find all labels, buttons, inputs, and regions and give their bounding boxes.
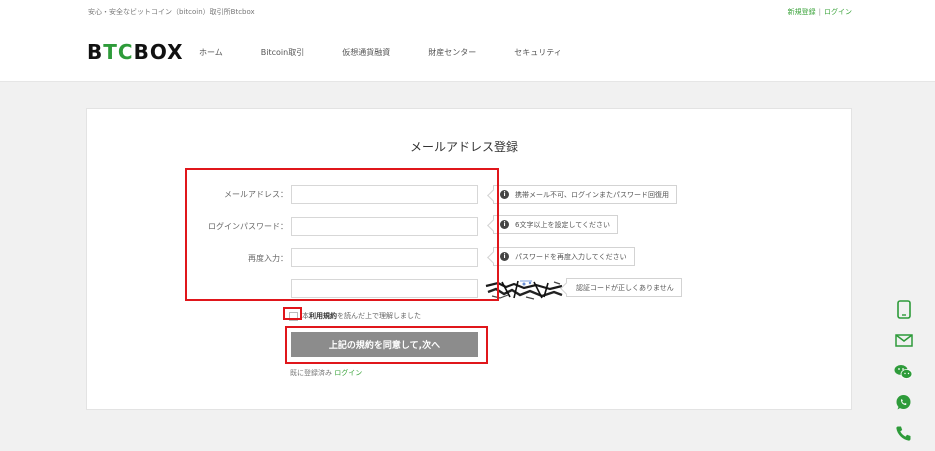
- nav-crypto-lending[interactable]: 仮想通貨融資: [342, 47, 390, 58]
- already-text: 既に登録済み: [290, 369, 332, 377]
- agree-next-button[interactable]: 上記の規約を同意して,次へ: [291, 332, 478, 357]
- password-tip-text: 6文字以上を設定してください: [515, 220, 611, 229]
- btcbox-logo[interactable]: BTCBOX: [87, 40, 184, 64]
- password-label: ログインパスワード：: [208, 222, 288, 231]
- captcha-image[interactable]: [484, 278, 564, 300]
- password-tip: i 6文字以上を設定してください: [493, 215, 619, 234]
- form-title: メールアドレス登録: [410, 140, 519, 154]
- auth-separator: |: [818, 8, 821, 16]
- terms-link[interactable]: 利用規約: [309, 311, 337, 321]
- wechat-icon[interactable]: [891, 359, 916, 384]
- top-bar: 安心・安全なビットコイン（bitcoin）取引所Btcbox 新規登録 | ログイン: [0, 0, 935, 26]
- confirm-tip: i パスワードを再度入力してください: [493, 247, 635, 266]
- captcha-tip: 認証コードが正しくありません: [566, 278, 682, 297]
- email-input[interactable]: [292, 190, 477, 207]
- agree-prefix: 本: [302, 312, 309, 320]
- email-field-wrap: [291, 185, 478, 207]
- main-nav: ホーム Bitcoin取引 仮想通貨融資 財産センター セキュリティ: [199, 47, 600, 58]
- password-field-wrap: [291, 217, 478, 239]
- info-icon: i: [500, 252, 509, 261]
- captcha-tip-text: 認証コードが正しくありません: [576, 283, 674, 292]
- nav-asset-center[interactable]: 財産センター: [428, 47, 476, 58]
- phone-icon[interactable]: [891, 297, 916, 322]
- info-icon: i: [500, 190, 509, 199]
- confirm-password-input[interactable]: [292, 253, 477, 270]
- login-link[interactable]: ログイン: [334, 369, 362, 377]
- confirm-tip-text: パスワードを再度入力してください: [515, 252, 627, 261]
- nav-security[interactable]: セキュリティ: [514, 47, 562, 58]
- already-registered: 既に登録済み ログイン: [290, 368, 362, 378]
- nav-bitcoin-trade[interactable]: Bitcoin取引: [261, 47, 304, 58]
- main-header: BTCBOX ホーム Bitcoin取引 仮想通貨融資 財産センター セキュリテ…: [0, 26, 935, 82]
- email-label: メールアドレス：: [224, 190, 288, 199]
- email-tip-text: 携帯メール不可、ログインまたパスワード回復用: [515, 190, 669, 199]
- site-tagline: 安心・安全なビットコイン（bitcoin）取引所Btcbox: [88, 8, 255, 16]
- captcha-field-wrap: [291, 279, 478, 301]
- auth-links: 新規登録 | ログイン: [788, 7, 852, 17]
- call-icon[interactable]: [891, 421, 916, 446]
- agree-suffix: を読んだ上で理解しました: [337, 312, 421, 320]
- side-contact-bar: [891, 297, 916, 451]
- terms-agreement: 本 利用規約 を読んだ上で理解しました: [289, 311, 421, 321]
- password-input[interactable]: [292, 222, 477, 239]
- whatsapp-icon[interactable]: [891, 390, 916, 415]
- login-link-top[interactable]: ログイン: [824, 8, 852, 16]
- confirm-field-wrap: [291, 248, 478, 270]
- mail-icon[interactable]: [891, 328, 916, 353]
- captcha-input[interactable]: [292, 284, 477, 301]
- nav-home[interactable]: ホーム: [199, 47, 223, 58]
- register-link[interactable]: 新規登録: [788, 8, 816, 16]
- terms-checkbox[interactable]: [289, 311, 298, 321]
- email-tip: i 携帯メール不可、ログインまたパスワード回復用: [493, 185, 677, 204]
- confirm-password-label: 再度入力：: [248, 254, 288, 263]
- info-icon: i: [500, 220, 509, 229]
